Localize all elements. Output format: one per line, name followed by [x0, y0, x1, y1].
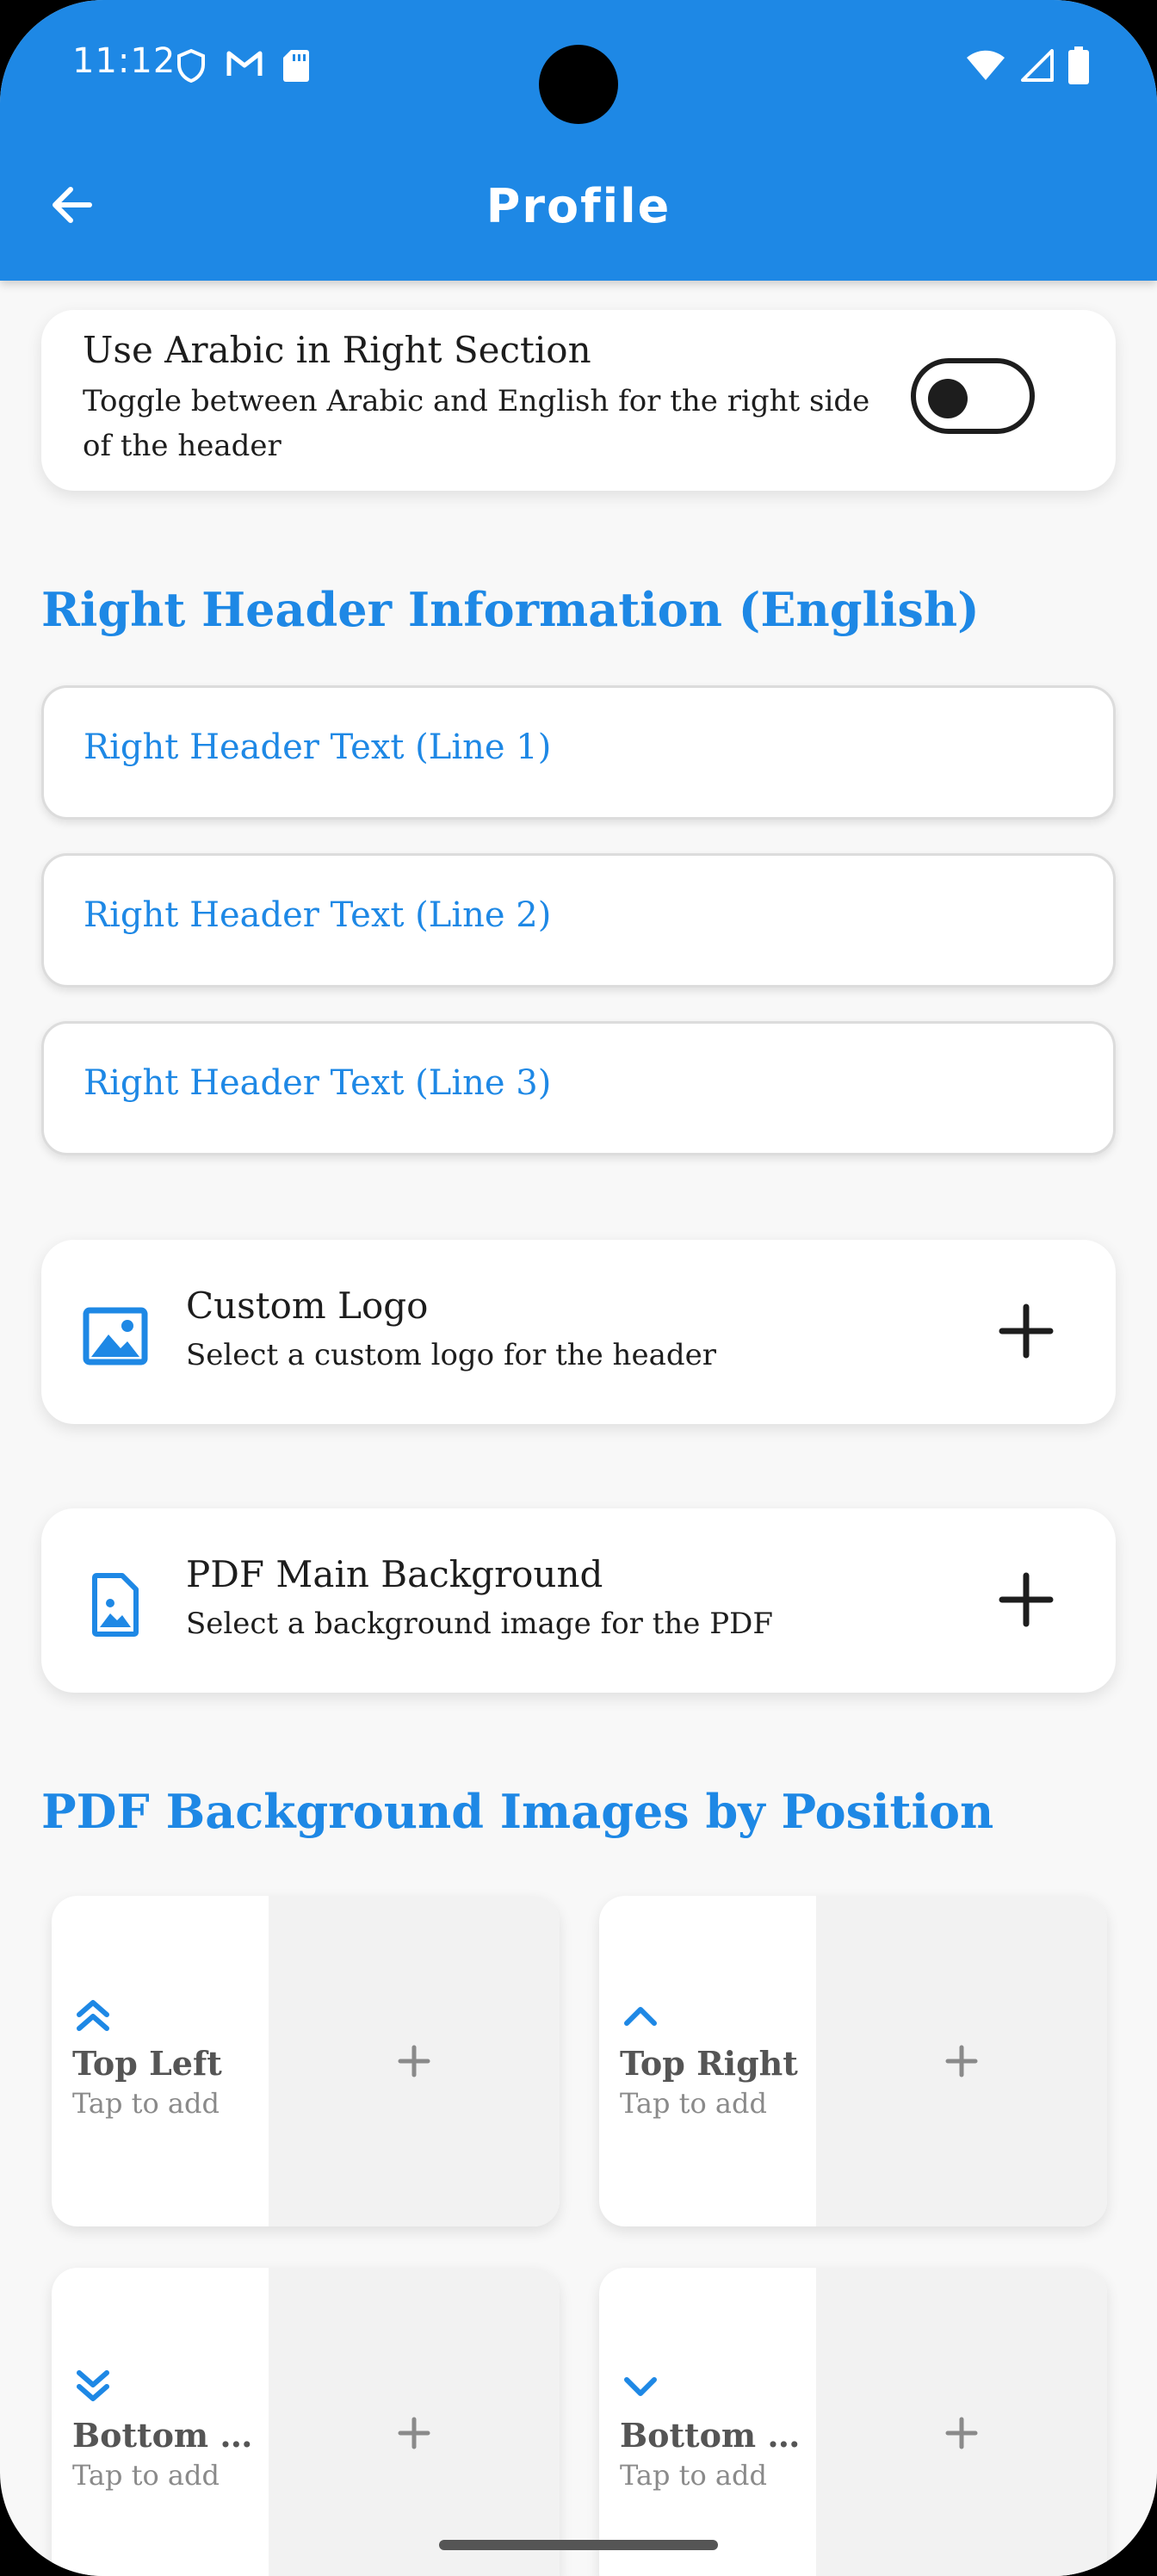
pdf-background-subtitle: Select a background image for the PDF — [186, 1607, 773, 1641]
status-time: 11:12 — [72, 41, 176, 81]
double-chevron-up-icon — [77, 2000, 109, 2031]
chevron-down-icon — [624, 2377, 657, 2396]
right-header-line1-field[interactable]: Right Header Text (Line 1) — [41, 685, 1116, 820]
position-card-bottom-left[interactable]: Bottom L... Tap to add — [52, 2268, 560, 2576]
position-label: Bottom R... — [620, 2416, 809, 2455]
status-icons-left — [176, 48, 310, 83]
position-section-title: PDF Background Images by Position — [41, 1784, 994, 1839]
position-label: Top Right — [620, 2044, 798, 2083]
switch-knob — [928, 379, 968, 418]
add-image-icon — [398, 2417, 430, 2449]
image-placeholder[interactable] — [269, 2268, 560, 2576]
arabic-toggle-card: Use Arabic in Right Section Toggle betwe… — [41, 310, 1116, 491]
position-subtext: Tap to add — [72, 2459, 220, 2492]
add-image-icon — [945, 2417, 978, 2449]
arabic-toggle-title: Use Arabic in Right Section — [83, 329, 591, 371]
position-card-top-left[interactable]: Top Left Tap to add — [52, 1896, 560, 2226]
position-subtext: Tap to add — [620, 2459, 767, 2492]
right-header-line3-placeholder: Right Header Text (Line 3) — [84, 1063, 552, 1103]
add-background-plus-icon[interactable] — [999, 1572, 1054, 1627]
image-placeholder[interactable] — [816, 1896, 1107, 2226]
custom-logo-card[interactable]: Custom Logo Select a custom logo for the… — [41, 1240, 1116, 1424]
image-placeholder[interactable] — [269, 1896, 560, 2226]
custom-logo-title: Custom Logo — [186, 1285, 429, 1327]
shield-icon — [177, 48, 205, 83]
add-image-icon — [945, 2045, 978, 2078]
pdf-background-card[interactable]: PDF Main Background Select a background … — [41, 1508, 1116, 1693]
page-title: Profile — [486, 179, 671, 233]
signal-icon — [1021, 49, 1054, 82]
front-camera — [539, 45, 618, 124]
position-subtext: Tap to add — [620, 2087, 767, 2120]
right-header-line2-placeholder: Right Header Text (Line 2) — [84, 895, 552, 935]
position-card-top-right[interactable]: Top Right Tap to add — [599, 1896, 1107, 2226]
right-header-line2-field[interactable]: Right Header Text (Line 2) — [41, 853, 1116, 988]
double-chevron-down-icon — [77, 2370, 109, 2401]
chevron-up-icon — [624, 2007, 657, 2026]
app-bar: 11:12 Profile — [0, 0, 1157, 281]
right-header-section-title: Right Header Information (English) — [41, 582, 980, 637]
add-logo-plus-icon[interactable] — [999, 1303, 1054, 1359]
arabic-toggle-switch[interactable] — [911, 358, 1035, 434]
position-card-bottom-right[interactable]: Bottom R... Tap to add — [599, 2268, 1107, 2576]
custom-logo-subtitle: Select a custom logo for the header — [186, 1338, 716, 1372]
add-image-icon — [398, 2045, 430, 2078]
image-file-icon — [92, 1573, 139, 1637]
position-subtext: Tap to add — [72, 2087, 220, 2120]
gesture-nav-handle[interactable] — [439, 2540, 718, 2550]
image-icon — [83, 1307, 148, 1365]
position-label: Bottom L... — [72, 2416, 262, 2455]
battery-icon — [1068, 46, 1089, 84]
right-header-line3-field[interactable]: Right Header Text (Line 3) — [41, 1021, 1116, 1155]
pdf-background-title: PDF Main Background — [186, 1553, 603, 1595]
status-icons-right — [966, 46, 1090, 84]
position-label: Top Left — [72, 2044, 222, 2083]
screen: 11:12 Profile Use Arabic in Right Sectio… — [0, 0, 1157, 2576]
sd-card-icon — [283, 50, 309, 82]
gmail-icon — [226, 51, 263, 76]
right-header-line1-placeholder: Right Header Text (Line 1) — [84, 728, 552, 767]
arabic-toggle-subtitle: Toggle between Arabic and English for th… — [83, 384, 870, 463]
image-placeholder[interactable] — [816, 2268, 1107, 2576]
wifi-icon — [967, 50, 1005, 80]
